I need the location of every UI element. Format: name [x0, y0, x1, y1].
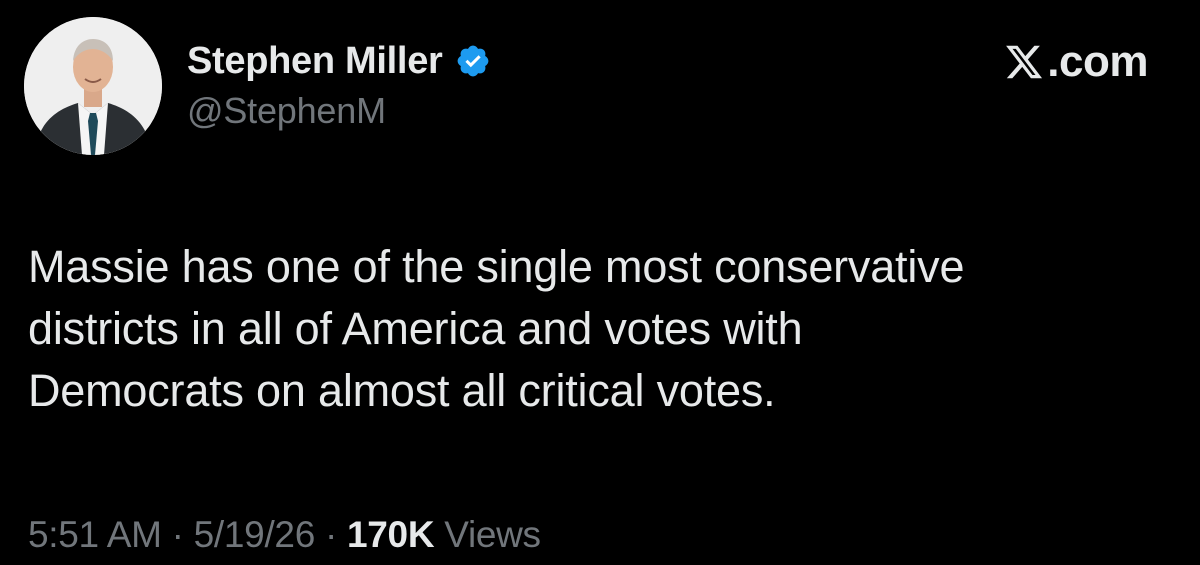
meta-separator: ·	[161, 514, 194, 555]
tweet-text: Massie has one of the single most conser…	[28, 236, 1168, 422]
verified-badge-icon[interactable]	[455, 43, 491, 79]
tweet-card: Stephen Miller @StephenM .com Massie has…	[0, 0, 1200, 565]
avatar[interactable]	[24, 17, 162, 155]
tweet-text-line: Democrats on almost all critical votes.	[28, 365, 776, 416]
tweet-text-line: Massie has one of the single most conser…	[28, 241, 965, 292]
user-handle[interactable]: @StephenM	[187, 90, 491, 132]
author-info: Stephen Miller @StephenM	[187, 36, 491, 132]
name-row: Stephen Miller	[187, 36, 491, 86]
x-logo-icon	[1006, 45, 1043, 79]
views-label: Views	[434, 514, 541, 555]
tweet-metadata: 5:51 AM · 5/19/26 · 170K Views	[28, 514, 541, 556]
tweet-text-line: districts in all of America and votes wi…	[28, 303, 803, 354]
tweet-time[interactable]: 5:51 AM	[28, 514, 162, 555]
brand-domain-label: .com	[1047, 37, 1148, 86]
avatar-photo	[24, 17, 162, 155]
views-count[interactable]: 170K	[347, 514, 435, 555]
display-name[interactable]: Stephen Miller	[187, 40, 443, 83]
meta-separator: ·	[315, 514, 347, 555]
brand-watermark: .com	[1003, 37, 1148, 87]
tweet-date[interactable]: 5/19/26	[194, 514, 316, 555]
